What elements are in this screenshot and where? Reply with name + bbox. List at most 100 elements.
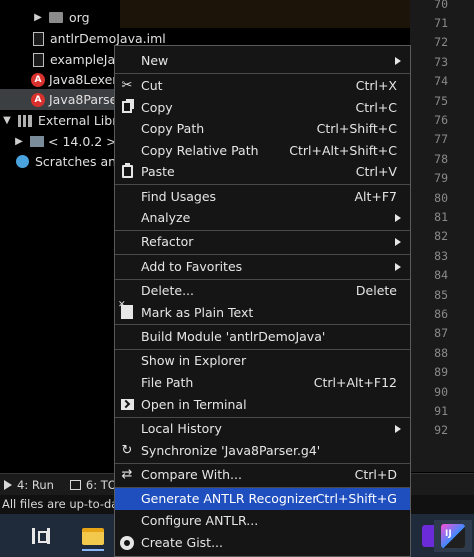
expand-arrow-icon[interactable]: ▶: [14, 136, 24, 148]
menu-item-configure-antlr[interactable]: Configure ANTLR...: [115, 510, 410, 532]
line-number: 71: [434, 15, 448, 30]
menu-item-delete[interactable]: Delete... Delete: [115, 280, 410, 302]
menu-shortcut: Ctrl+C: [355, 99, 397, 115]
run-tool-tab[interactable]: 4: Run: [4, 478, 54, 492]
line-number: 80: [434, 190, 448, 205]
line-number-gutter: 70 71 72 73 74 75 76 77 78 79 80 81 82 83 84 85 86 87 88 89…: [410, 0, 474, 472]
line-number: 84: [434, 268, 448, 283]
github-icon: [119, 535, 135, 551]
menu-item-mark-plain-text[interactable]: Mark as Plain Text: [115, 300, 410, 324]
menu-separator: [115, 254, 410, 255]
file-icon: [33, 52, 44, 67]
menu-shortcut: Alt+F7: [354, 189, 397, 205]
menu-item-label: Paste: [141, 164, 175, 180]
menu-separator: [115, 324, 410, 325]
line-number: 83: [434, 248, 448, 263]
menu-item-show-in-explorer[interactable]: Show in Explorer: [115, 350, 410, 372]
intellij-taskbar-button[interactable]: [434, 520, 472, 552]
submenu-arrow-icon: [395, 213, 401, 222]
folder-icon: [82, 527, 104, 545]
line-number: 87: [434, 326, 448, 341]
line-number: 85: [434, 287, 448, 302]
library-icon: [18, 114, 32, 127]
line-number: 82: [434, 229, 448, 244]
menu-item-analyze[interactable]: Analyze: [115, 207, 410, 229]
menu-item-label: Copy Relative Path: [141, 142, 259, 158]
todo-icon: [69, 479, 81, 490]
menu-item-label: New: [141, 53, 169, 69]
menu-item-label: Configure ANTLR...: [141, 513, 259, 529]
menu-item-label: Delete...: [141, 283, 194, 299]
status-text: All files are up-to-dat: [2, 497, 123, 511]
menu-item-build-module[interactable]: Build Module 'antlrDemoJava': [115, 326, 410, 348]
line-number: 72: [434, 35, 448, 50]
menu-shortcut: Ctrl+Alt+Shift+C: [289, 142, 397, 158]
run-icon: [4, 479, 12, 490]
running-indicator: [82, 549, 104, 551]
menu-separator: [115, 184, 410, 185]
todo-tool-label: 6: TO: [85, 477, 117, 492]
menu-item-generate-antlr-recognizer[interactable]: Generate ANTLR Recognizer Ctrl+Shift+G: [115, 488, 410, 510]
todo-tool-tab[interactable]: 6: TO: [69, 477, 117, 492]
tree-item-label: < 14.0.2 >: [48, 134, 117, 149]
menu-shortcut: Delete: [355, 283, 397, 299]
menu-item-paste[interactable]: Paste Ctrl+V: [115, 161, 410, 183]
compare-icon: ⇄: [121, 467, 133, 483]
line-number: 81: [434, 209, 448, 224]
run-tool-label: 4: Run: [17, 477, 54, 492]
menu-item-label: Compare With...: [141, 467, 242, 483]
menu-item-open-in-terminal[interactable]: Open in Terminal: [115, 394, 410, 416]
menu-item-local-history[interactable]: Local History: [115, 418, 410, 440]
menu-item-copy-relative-path[interactable]: Copy Relative Path Ctrl+Alt+Shift+C: [115, 140, 410, 162]
intellij-icon: [441, 524, 465, 548]
antlr-icon: A: [31, 92, 45, 107]
menu-item-synchronize[interactable]: ↻ Synchronize 'Java8Parser.g4': [115, 440, 410, 462]
menu-item-label: File Path: [141, 375, 194, 391]
terminal-icon: [119, 397, 135, 413]
menu-item-new[interactable]: New: [115, 50, 410, 72]
menu-shortcut: Ctrl+Shift+C: [316, 121, 397, 137]
menu-item-copy[interactable]: Copy Ctrl+C: [115, 97, 410, 119]
menu-item-copy-path[interactable]: Copy Path Ctrl+Shift+C: [115, 118, 410, 140]
menu-item-cut[interactable]: ✂ Cut Ctrl+X: [115, 75, 410, 97]
collapse-arrow-icon[interactable]: ▼: [2, 115, 12, 127]
menu-item-label: Open in Terminal: [141, 397, 247, 413]
expand-arrow-icon[interactable]: ▶: [33, 12, 43, 24]
line-number: 79: [434, 171, 448, 186]
menu-item-label: Refactor: [141, 234, 194, 250]
menu-item-refactor[interactable]: Refactor: [115, 231, 410, 253]
submenu-arrow-icon: [395, 56, 401, 65]
line-number: 76: [434, 112, 448, 127]
menu-shortcut: Ctrl+D: [354, 467, 397, 483]
line-number: 92: [434, 423, 448, 438]
tree-item-org[interactable]: ▶ org: [0, 7, 410, 28]
menu-item-label: Find Usages: [141, 189, 217, 205]
paste-icon: [119, 163, 135, 180]
menu-item-create-gist[interactable]: Create Gist...: [115, 532, 410, 554]
task-view-icon: [32, 528, 50, 544]
task-view-button[interactable]: [24, 520, 58, 552]
menu-item-label: Copy Path: [141, 121, 205, 137]
menu-item-label: Add to Favorites: [141, 259, 243, 275]
copy-icon: [119, 99, 135, 115]
line-number: 74: [434, 74, 448, 89]
line-number: 70: [434, 0, 448, 11]
line-number: 90: [434, 384, 448, 399]
submenu-arrow-icon: [395, 237, 401, 246]
line-number: 88: [434, 345, 448, 360]
line-number: 75: [434, 93, 448, 108]
menu-item-add-to-favorites[interactable]: Add to Favorites: [115, 256, 410, 278]
menu-item-label: Mark as Plain Text: [141, 304, 254, 320]
menu-shortcut: Ctrl+V: [355, 164, 397, 180]
tree-item-label: org: [69, 10, 90, 25]
menu-item-label: Show in Explorer: [141, 353, 247, 369]
menu-item-file-path[interactable]: File Path Ctrl+Alt+F12: [115, 372, 410, 394]
line-number: 77: [434, 132, 448, 147]
line-number: 86: [434, 306, 448, 321]
menu-item-label: Generate ANTLR Recognizer: [141, 491, 318, 507]
context-menu: New ✂ Cut Ctrl+X Copy Ctrl+C Copy Path C…: [114, 45, 411, 557]
menu-item-compare-with[interactable]: ⇄ Compare With... Ctrl+D: [115, 464, 410, 486]
file-explorer-button[interactable]: [76, 520, 110, 552]
menu-item-find-usages[interactable]: Find Usages Alt+F7: [115, 186, 410, 208]
menu-item-label: Synchronize 'Java8Parser.g4': [141, 443, 321, 459]
